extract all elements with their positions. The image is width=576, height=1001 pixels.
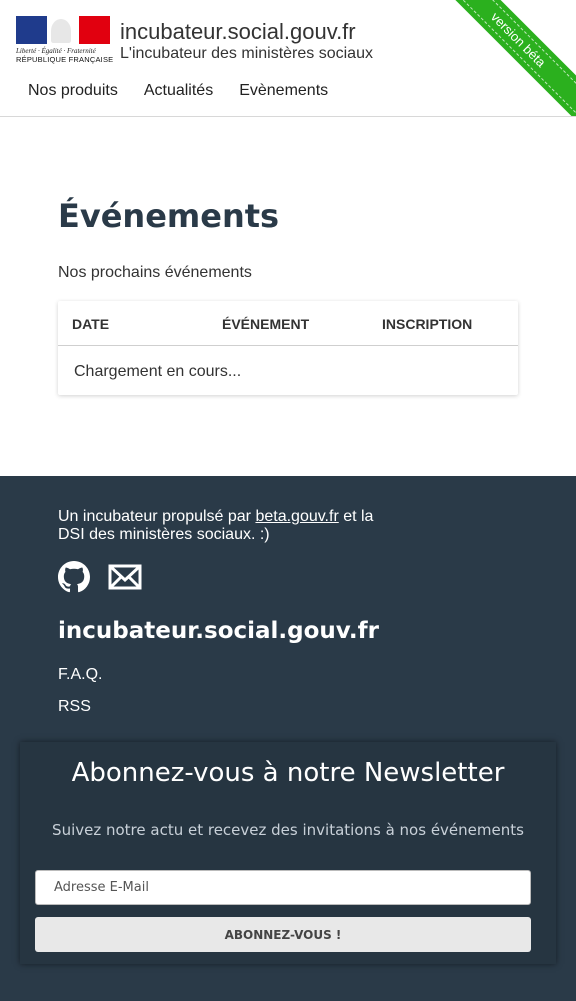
- subscribe-button[interactable]: ABONNEZ-VOUS !: [35, 917, 531, 952]
- column-header-date[interactable]: DATE: [72, 316, 109, 332]
- column-header-registration[interactable]: INSCRIPTION: [382, 316, 472, 332]
- nav-item-actualites[interactable]: Actualités: [144, 82, 213, 100]
- site-footer: Un incubateur propulsé par beta.gouv.fr …: [0, 476, 576, 1001]
- column-header-event[interactable]: ÉVÉNEMENT: [222, 316, 309, 332]
- loading-text: Chargement en cours...: [74, 363, 242, 380]
- newsletter-box: Abonnez-vous à notre Newsletter Suivez n…: [20, 742, 556, 964]
- footer-credit: Un incubateur propulsé par beta.gouv.fr …: [58, 508, 374, 543]
- table-body: Chargement en cours...: [58, 346, 518, 396]
- main-nav: Nos produits Actualités Evènements: [28, 82, 328, 100]
- nav-item-produits[interactable]: Nos produits: [28, 82, 118, 100]
- email-field[interactable]: [35, 870, 531, 905]
- footer-site-name: incubateur.social.gouv.fr: [58, 618, 380, 644]
- site-tagline: L'incubateur des ministères sociaux: [120, 45, 373, 62]
- nav-item-evenements[interactable]: Evènements: [239, 82, 328, 100]
- beta-ribbon: version béta: [423, 0, 576, 116]
- table-header: DATE ÉVÉNEMENT INSCRIPTION: [58, 301, 518, 346]
- page-title: Événements: [58, 197, 280, 235]
- github-icon[interactable]: [58, 561, 90, 598]
- logo-motto: Liberté · Égalité · Fraternité: [16, 47, 96, 55]
- logo-republique: RÉPUBLIQUE FRANÇAISE: [16, 55, 114, 64]
- newsletter-subtitle: Suivez notre actu et recevez des invitat…: [52, 821, 524, 839]
- events-table: DATE ÉVÉNEMENT INSCRIPTION Chargement en…: [58, 301, 518, 395]
- social-icons: [58, 561, 142, 598]
- newsletter-title: Abonnez-vous à notre Newsletter: [71, 758, 505, 788]
- marianne-logo[interactable]: Liberté · Égalité · Fraternité RÉPUBLIQU…: [16, 16, 114, 66]
- site-title[interactable]: incubateur.social.gouv.fr: [120, 19, 356, 45]
- french-flag-icon: [16, 16, 110, 44]
- page-subtitle: Nos prochains événements: [58, 264, 252, 281]
- footer-link-faq[interactable]: F.A.Q.: [58, 666, 102, 684]
- beta-gouv-link[interactable]: beta.gouv.fr: [255, 508, 338, 525]
- site-header: Liberté · Égalité · Fraternité RÉPUBLIQU…: [0, 0, 576, 117]
- main-content: Événements Nos prochains événements DATE…: [0, 117, 576, 476]
- mail-icon[interactable]: [108, 561, 142, 598]
- footer-link-rss[interactable]: RSS: [58, 698, 91, 716]
